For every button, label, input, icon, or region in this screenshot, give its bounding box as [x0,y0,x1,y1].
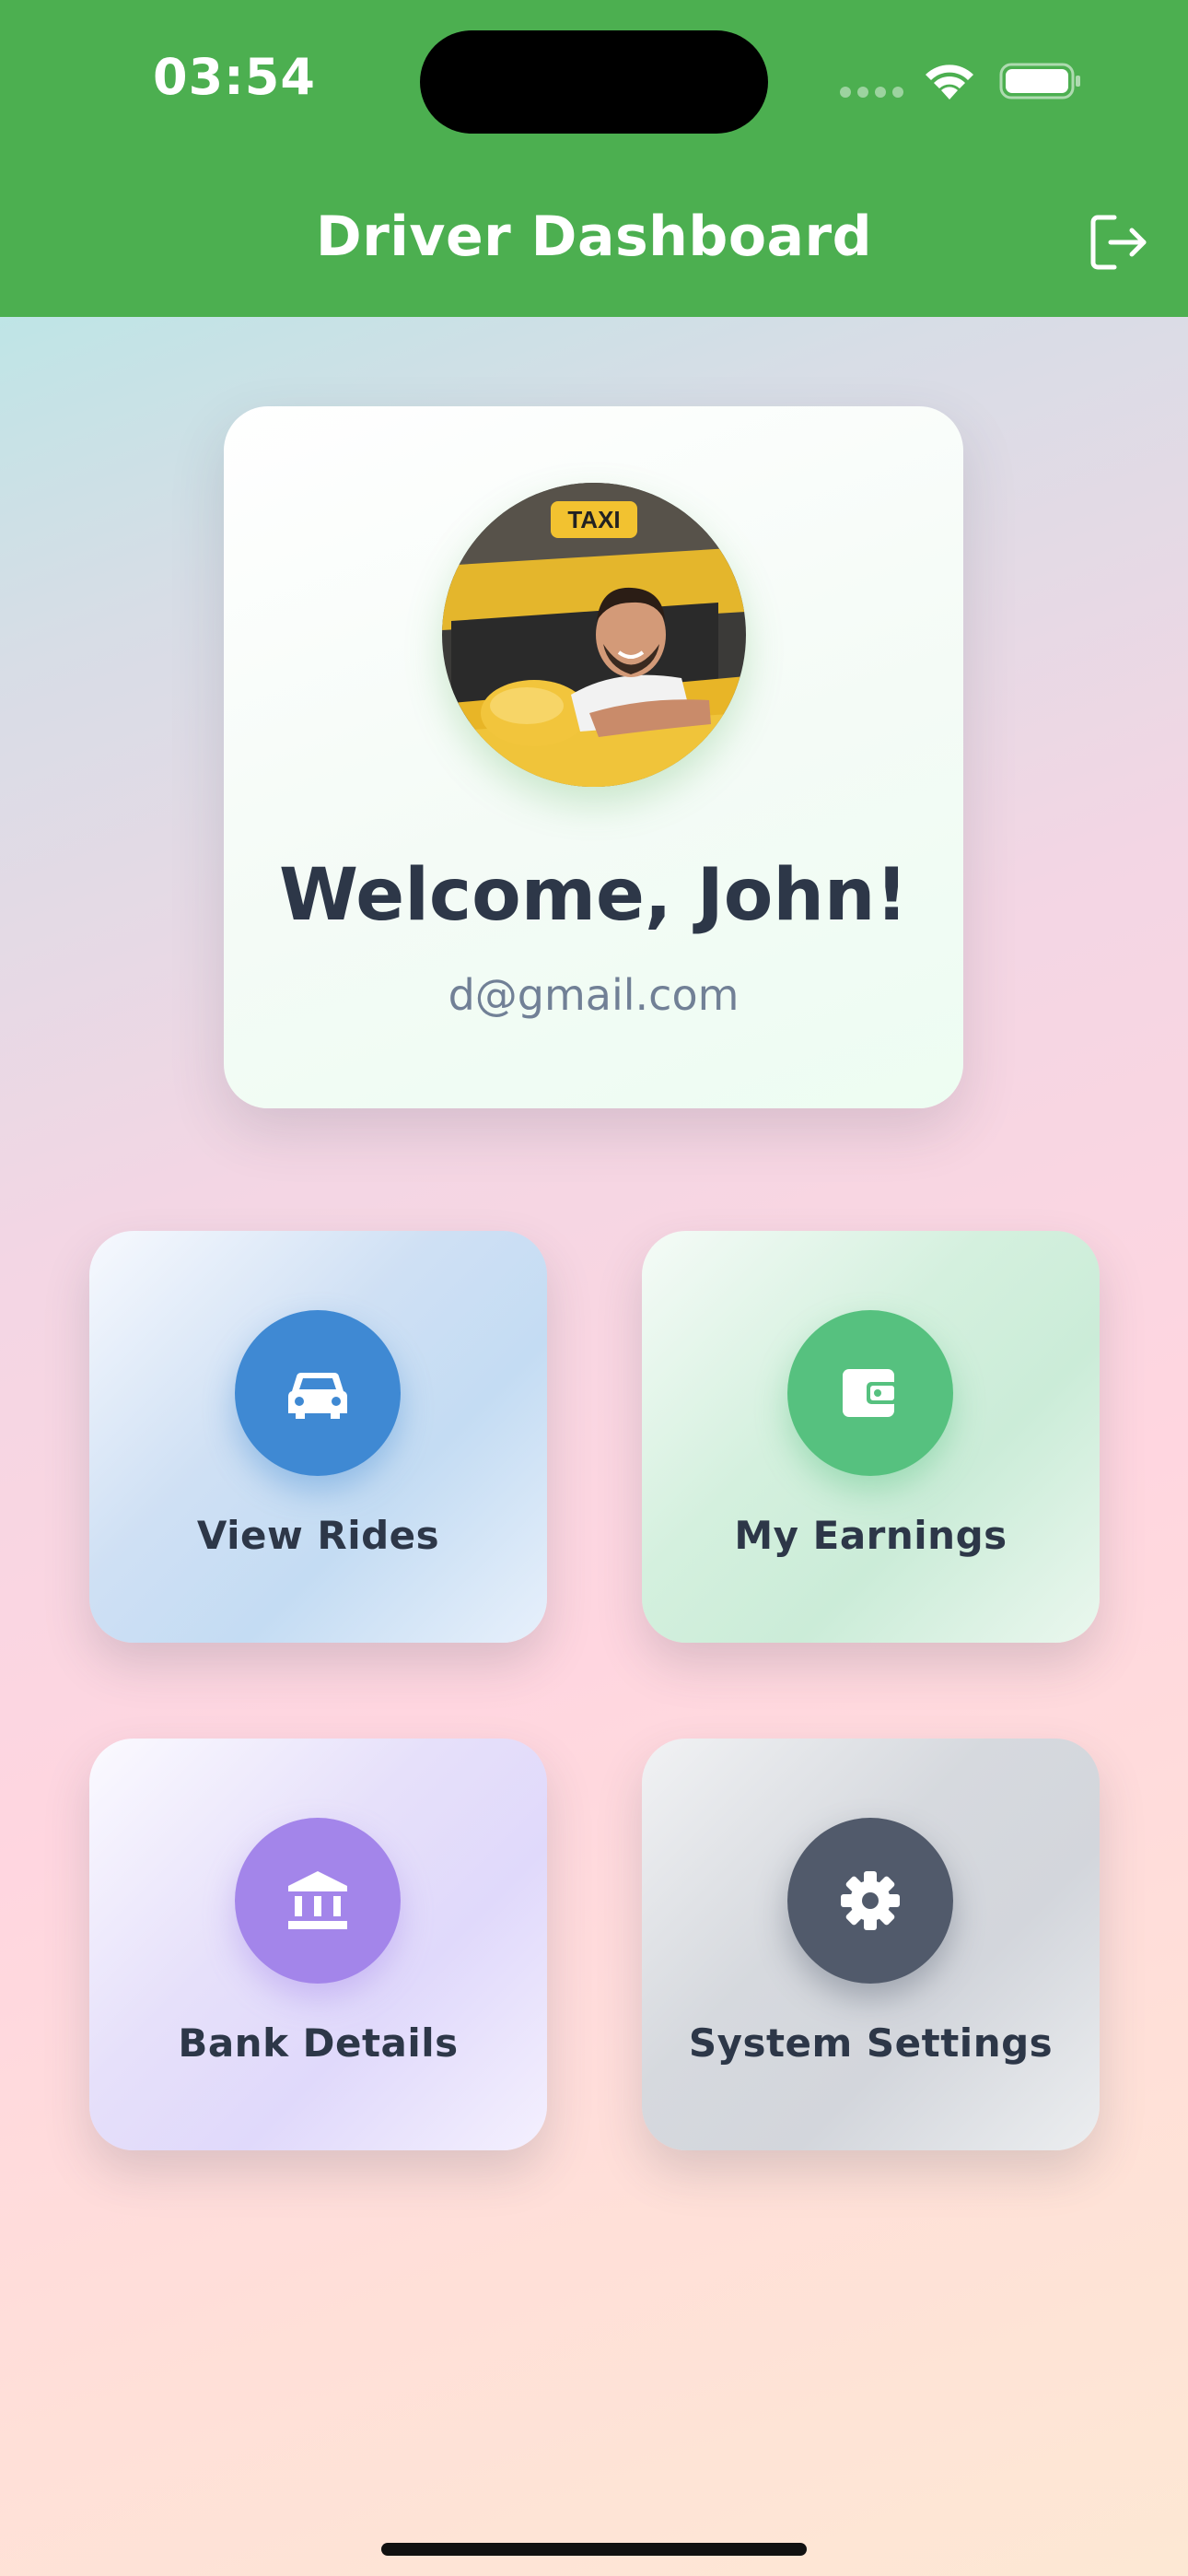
gear-icon [841,1871,900,1930]
bank-details-tile[interactable]: Bank Details [89,1739,547,2150]
bank-details-icon-circle [235,1818,401,1984]
home-indicator[interactable] [381,2543,807,2556]
wifi-icon [926,64,973,100]
system-settings-icon-circle [787,1818,953,1984]
view-rides-tile[interactable]: View Rides [89,1231,547,1643]
avatar: TAXI [442,483,746,787]
cellular-signal-icon [840,87,904,98]
profile-card: TAXI Welcome, John! d@gmail.com [224,406,963,1108]
wallet-icon [843,1369,898,1417]
dynamic-island [420,30,768,134]
view-rides-icon-circle [235,1310,401,1476]
welcome-heading: Welcome, John! [279,854,908,937]
system-settings-label: System Settings [688,2020,1054,2066]
my-earnings-label: My Earnings [734,1513,1007,1558]
svg-text:TAXI: TAXI [567,506,620,533]
page-title: Driver Dashboard [315,205,873,269]
status-time: 03:54 [153,48,316,106]
my-earnings-icon-circle [787,1310,953,1476]
view-rides-label: View Rides [196,1513,440,1558]
system-settings-tile[interactable]: System Settings [642,1739,1100,2150]
bank-details-label: Bank Details [178,2020,459,2066]
car-icon [288,1373,347,1419]
user-email: d@gmail.com [448,970,740,1020]
app-header: 03:54 Driver Dashboard [0,0,1188,317]
my-earnings-tile[interactable]: My Earnings [642,1231,1100,1643]
bank-icon [288,1871,347,1929]
logout-icon[interactable] [1087,210,1151,275]
battery-icon [999,63,1080,100]
